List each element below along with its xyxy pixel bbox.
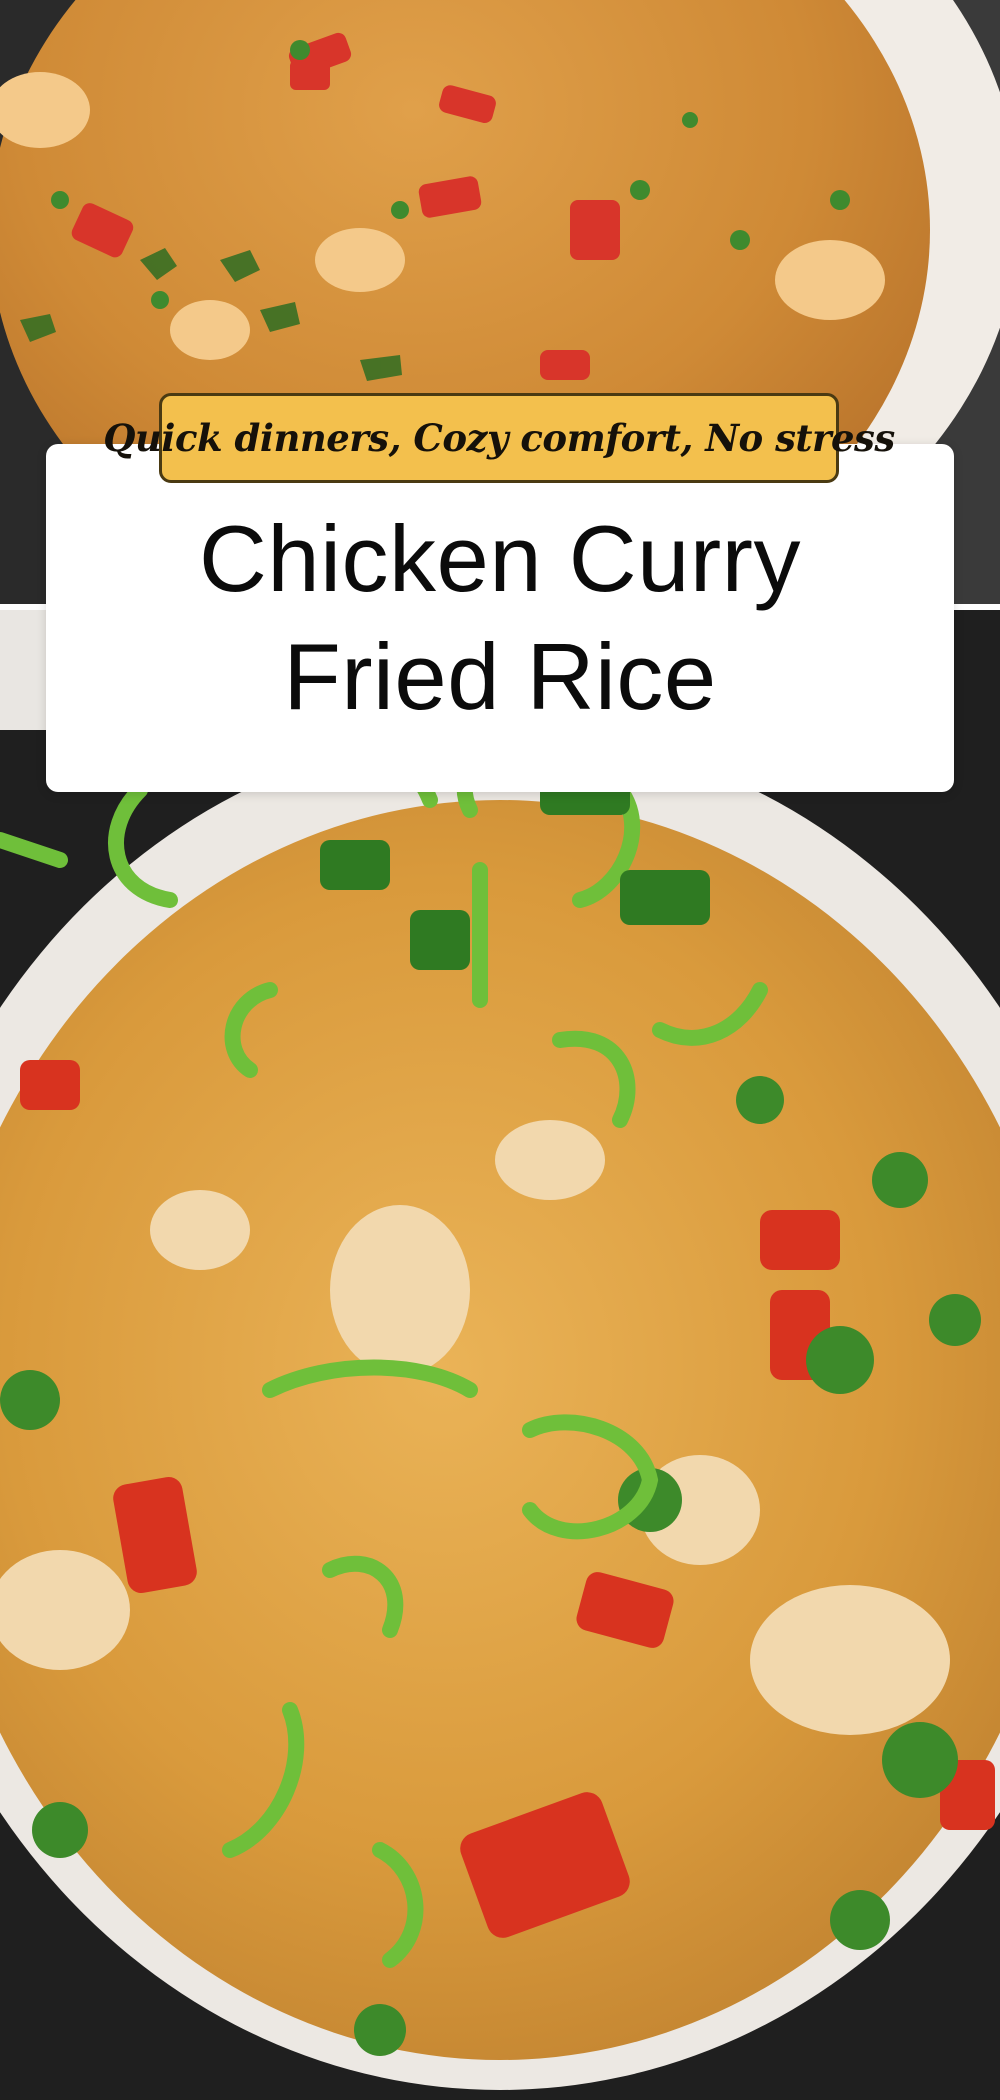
recipe-title: Chicken Curry Fried Rice (46, 500, 954, 736)
tagline-text: Quick dinners, Cozy comfort, No stress (103, 416, 895, 460)
bottom-food-photo (0, 610, 1000, 2100)
recipe-title-line-1: Chicken Curry (199, 506, 801, 611)
tagline-badge: Quick dinners, Cozy comfort, No stress (103, 393, 895, 483)
title-card: Chicken Curry Fried Rice (46, 444, 954, 792)
recipe-title-line-2: Fried Rice (283, 624, 717, 729)
